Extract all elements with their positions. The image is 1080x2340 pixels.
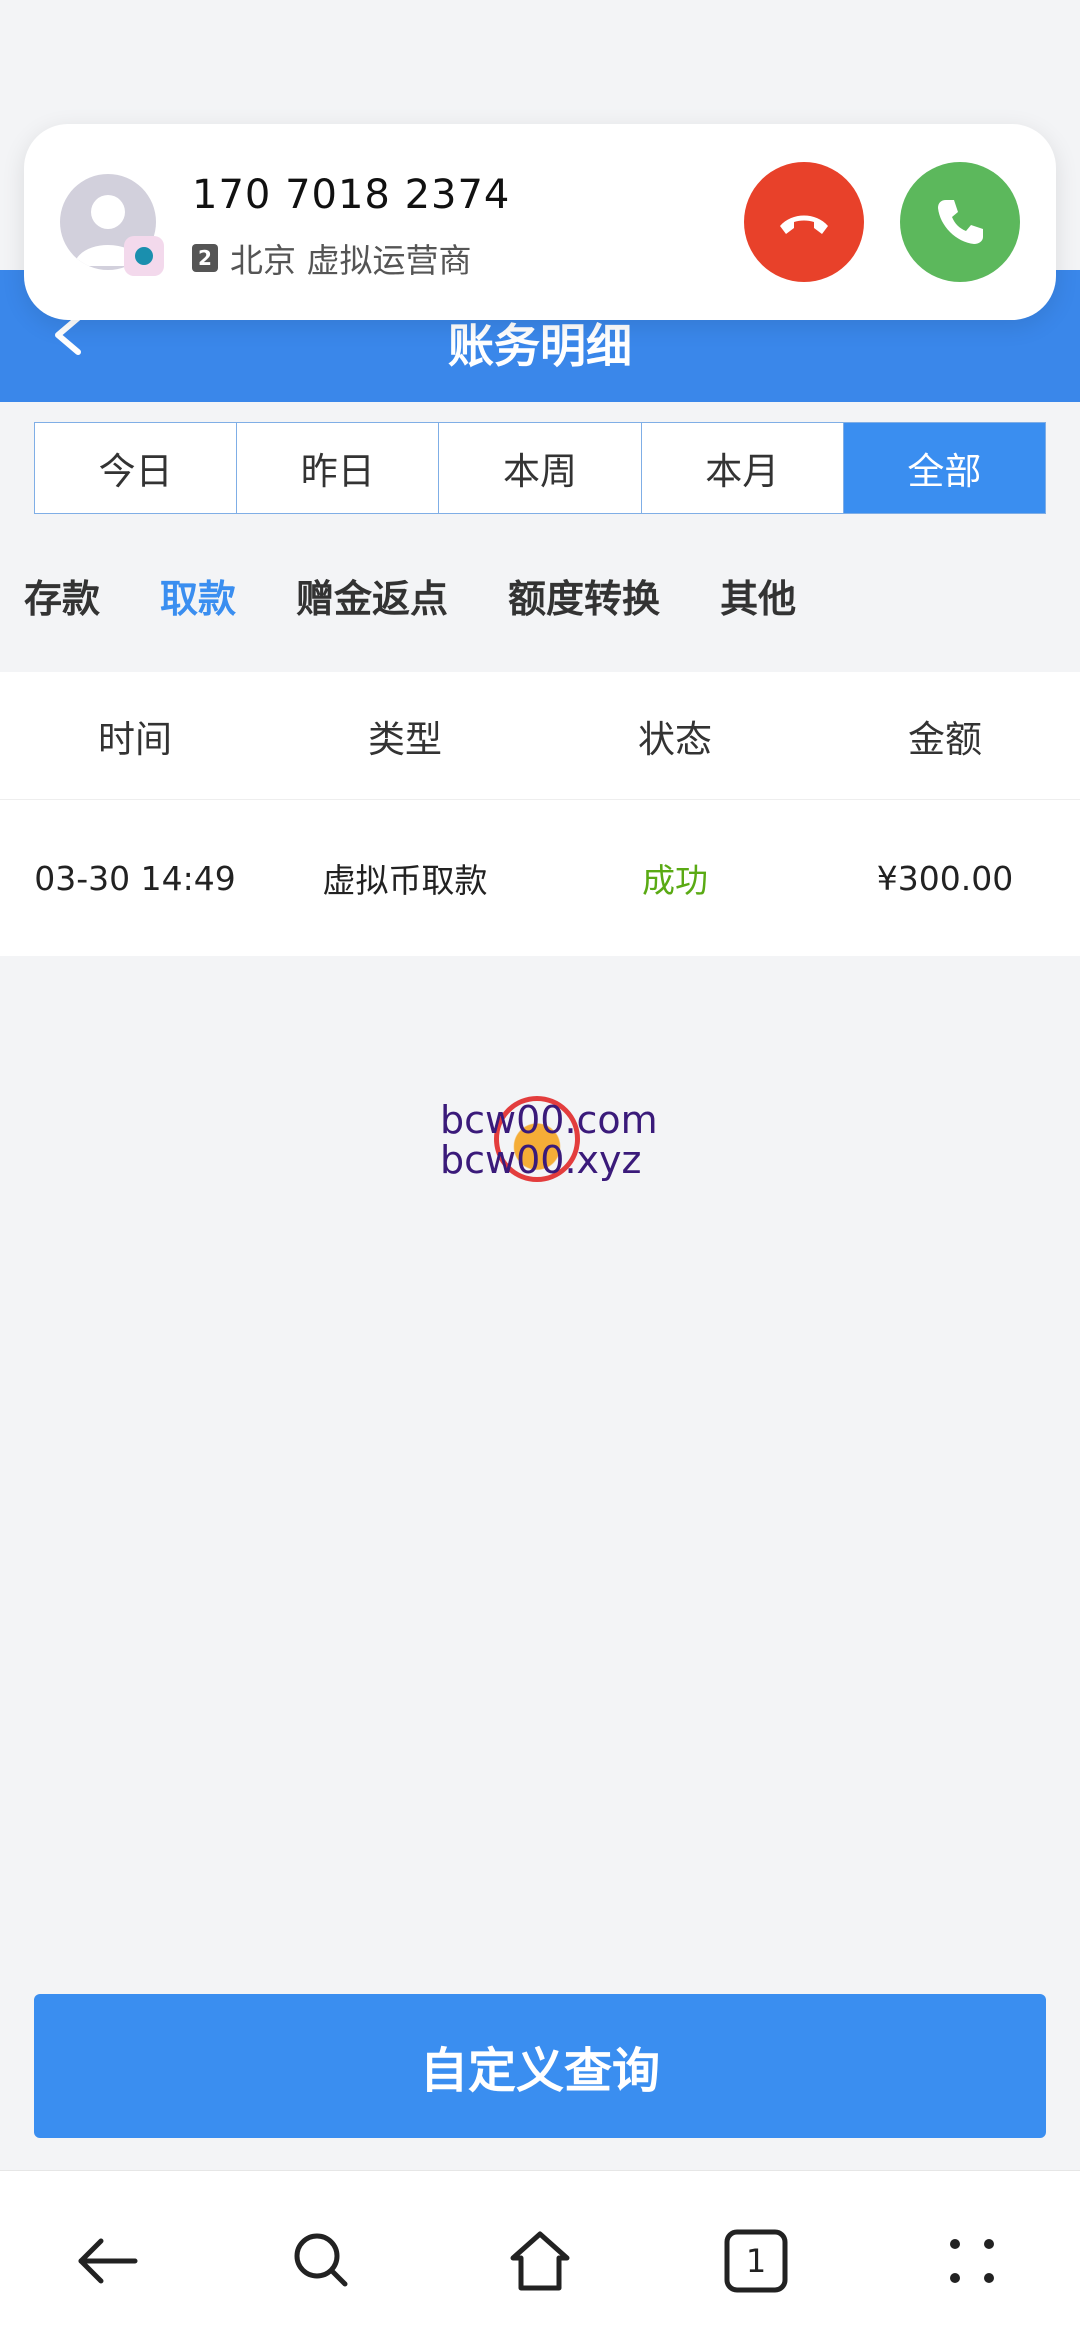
custom-query-button[interactable]: 自定义查询 xyxy=(34,1994,1046,2138)
table-header: 时间 类型 状态 金额 xyxy=(0,672,1080,800)
search-icon[interactable] xyxy=(282,2221,362,2301)
tab-count: 1 xyxy=(745,2242,767,2280)
row-time: 03-30 14:49 xyxy=(34,858,236,898)
accept-call-button[interactable] xyxy=(900,162,1020,282)
incoming-call-banner[interactable]: 170 7018 2374 2 北京 虚拟运营商 xyxy=(24,124,1056,320)
row-status: 成功 xyxy=(642,861,708,900)
watermark-line2: bcw00.xyz xyxy=(440,1138,642,1182)
period-tabs: 今日 昨日 本周 本月 全部 xyxy=(34,422,1046,514)
tab-today[interactable]: 今日 xyxy=(35,423,238,513)
hang-up-icon xyxy=(780,215,828,234)
tab-withdraw[interactable]: 取款 xyxy=(160,568,236,623)
phone-icon xyxy=(938,200,983,244)
column-header-time: 时间 xyxy=(98,717,172,761)
transactions-table: 时间 类型 状态 金额 03-30 14:49 虚拟币取款 成功 ¥300.00 xyxy=(0,672,1080,956)
tab-credit-transfer[interactable]: 额度转换 xyxy=(508,568,660,623)
watermark: bcw00.com bcw00.xyz xyxy=(440,1096,680,1196)
column-header-type: 类型 xyxy=(368,717,442,761)
caller-meta: 2 北京 虚拟运营商 xyxy=(192,234,472,282)
column-header-amount: 金额 xyxy=(908,717,982,761)
caller-number: 170 7018 2374 xyxy=(192,172,511,218)
type-tabs: 存款 取款 赠金返点 额度转换 其他 xyxy=(0,540,1080,650)
row-amount: ¥300.00 xyxy=(876,858,1014,898)
more-icon[interactable] xyxy=(932,2221,1012,2301)
row-type: 虚拟币取款 xyxy=(322,861,488,900)
tab-this-month[interactable]: 本月 xyxy=(642,423,844,513)
watermark-line1: bcw00.com xyxy=(440,1098,658,1142)
browser-navbar: 1 xyxy=(0,2170,1080,2340)
decline-call-button[interactable] xyxy=(744,162,864,282)
tabs-icon[interactable]: 1 xyxy=(716,2221,796,2301)
tab-bonus-rebate[interactable]: 赠金返点 xyxy=(296,568,448,623)
table-row[interactable]: 03-30 14:49 虚拟币取款 成功 ¥300.00 xyxy=(0,800,1080,956)
tab-deposit[interactable]: 存款 xyxy=(24,568,100,623)
call-app-badge-icon xyxy=(124,236,164,276)
caller-location: 北京 虚拟运营商 xyxy=(230,241,472,280)
home-icon[interactable] xyxy=(500,2221,580,2301)
tab-other[interactable]: 其他 xyxy=(720,568,796,623)
column-header-status: 状态 xyxy=(638,717,712,761)
tab-this-week[interactable]: 本周 xyxy=(439,423,642,513)
sim-badge: 2 xyxy=(192,244,218,272)
tab-yesterday[interactable]: 昨日 xyxy=(237,423,440,513)
tab-all[interactable]: 全部 xyxy=(843,423,1046,513)
back-arrow-icon[interactable] xyxy=(68,2221,148,2301)
